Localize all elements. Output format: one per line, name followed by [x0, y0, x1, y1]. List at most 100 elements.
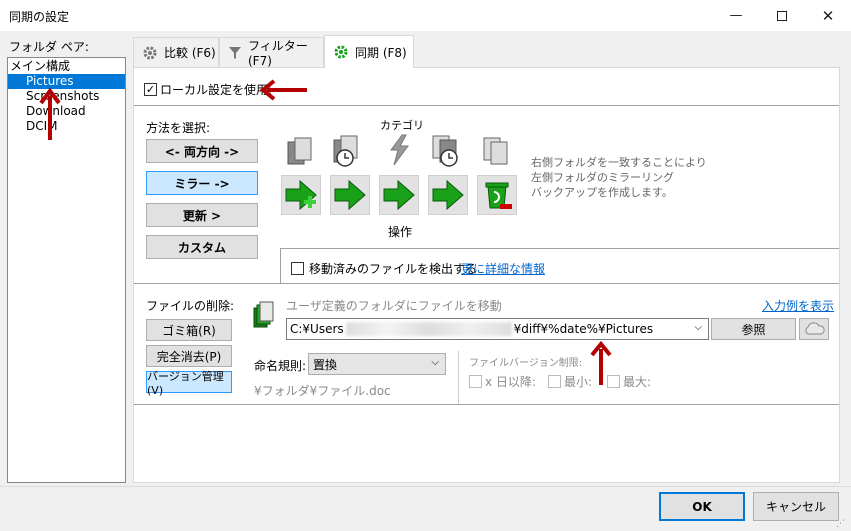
file-left-newer-icon	[333, 135, 358, 167]
cloud-button[interactable]	[799, 318, 829, 340]
footer-divider	[0, 486, 851, 487]
tab-sync[interactable]: 同期 (F8)	[324, 35, 414, 68]
naming-example: ¥フォルダ¥ファイル.doc	[254, 384, 391, 398]
description-line: バックアップを作成します。	[531, 186, 673, 199]
pair-item-screenshots[interactable]: Screenshots	[8, 89, 125, 104]
method-update-button[interactable]: 更新 >	[146, 203, 258, 227]
show-examples-link[interactable]: 入力例を表示	[762, 297, 834, 314]
pair-item-dcim[interactable]: DCIM	[8, 119, 125, 134]
minimize-button[interactable]: —	[713, 0, 759, 31]
arrow-right-icon	[334, 179, 366, 211]
resize-grip-icon[interactable]: ⋰	[836, 519, 845, 529]
action-create-left-button[interactable]	[281, 175, 321, 215]
max-label: 最大:	[623, 375, 652, 389]
divider	[280, 248, 281, 283]
pair-item-download[interactable]: Download	[8, 104, 125, 119]
action-delete-right-button[interactable]	[477, 175, 517, 215]
minimize-icon: —	[729, 8, 743, 23]
tab-filter[interactable]: フィルター (F7)	[219, 37, 324, 68]
detect-moved-checkbox[interactable]	[291, 262, 304, 275]
close-button[interactable]: ✕	[805, 0, 851, 31]
chevron-down-icon[interactable]: ⌵	[694, 322, 702, 333]
action-overwrite-different-button[interactable]	[379, 175, 419, 215]
annotation-arrow-left-icon	[259, 79, 307, 101]
file-left-only-icon	[287, 137, 312, 165]
days-limit-row[interactable]: x 日以降:	[469, 373, 536, 390]
permanent-delete-button[interactable]: 完全消去(P)	[146, 345, 232, 367]
versioning-button[interactable]: バージョン管理(V)	[146, 370, 232, 397]
arrow-right-icon	[383, 179, 415, 211]
naming-convention-select[interactable]: 置換 ⌵	[308, 353, 446, 375]
cloud-icon	[805, 322, 825, 335]
use-local-checkbox[interactable]: ✓	[144, 83, 157, 96]
detect-moved-row[interactable]: 移動済みのファイルを検出する	[291, 260, 477, 277]
action-overwrite-older-button[interactable]	[428, 175, 468, 215]
maximize-button[interactable]	[759, 0, 805, 31]
min-label: 最小:	[564, 375, 593, 389]
mirror-description: 右側フォルダを一致することにより 左側フォルダのミラーリング バックアップを作成…	[531, 155, 707, 200]
more-info-link[interactable]: 更に詳細な情報	[461, 260, 545, 277]
use-local-settings-row[interactable]: ✓ ローカル設定を使用:	[144, 81, 272, 98]
naming-value: 置換	[313, 357, 338, 372]
action-label: 操作	[388, 225, 413, 239]
description-line: 左側フォルダのミラーリング	[531, 171, 674, 184]
divider	[134, 404, 839, 405]
different-icon	[390, 134, 409, 166]
detect-moved-label: 移動済みのファイルを検出する	[309, 262, 478, 276]
annotation-arrow-up-icon	[590, 341, 612, 385]
filter-icon	[228, 46, 242, 60]
maximize-icon	[777, 10, 787, 21]
description-line: 右側フォルダを一致することにより	[531, 156, 707, 169]
method-custom-button[interactable]: カスタム	[146, 235, 258, 259]
min-limit-row[interactable]: 最小:	[548, 373, 592, 390]
redacted-path-segment	[345, 322, 512, 336]
divider	[280, 248, 839, 249]
divider	[458, 351, 459, 405]
tab-filter-label: フィルター (F7)	[248, 39, 308, 68]
versioning-folder-input[interactable]: C:¥Users ¥diff¥%date%¥Pictures ⌵	[286, 318, 709, 340]
annotation-arrow-up-icon	[39, 87, 61, 140]
file-right-only-icon	[483, 137, 508, 165]
pair-item-main-config[interactable]: メイン構成	[8, 59, 125, 74]
close-icon: ✕	[821, 6, 835, 25]
divider	[134, 283, 839, 284]
file-right-newer-icon	[432, 135, 458, 167]
category-label: カテゴリ	[380, 119, 424, 132]
max-limit-row[interactable]: 最大:	[607, 373, 651, 390]
gear-icon	[333, 44, 349, 60]
arrow-right-icon	[432, 179, 464, 211]
action-overwrite-newer-button[interactable]	[330, 175, 370, 215]
folder-pairs-label: フォルダ ペア:	[9, 40, 89, 54]
path-suffix: ¥diff¥%date%¥Pictures	[513, 322, 654, 336]
tab-sync-label: 同期 (F8)	[355, 45, 407, 60]
custom-folder-label: ユーザ定義のフォルダにファイルを移動	[286, 299, 502, 313]
ok-button[interactable]: OK	[659, 492, 745, 521]
sync-panel: ✓ ローカル設定を使用: 方法を選択: <- 両方向 -> ミラー -> 更新 …	[133, 67, 840, 483]
min-limit-checkbox[interactable]	[548, 375, 561, 388]
use-local-label: ローカル設定を使用:	[160, 83, 273, 97]
method-mirror-button[interactable]: ミラー ->	[146, 171, 258, 195]
version-limit-label: ファイルバージョン制限:	[469, 358, 583, 369]
tab-compare-label: 比較 (F6)	[164, 46, 216, 60]
divider	[134, 105, 839, 106]
deletion-label: ファイルの削除:	[146, 299, 235, 313]
tab-compare[interactable]: 比較 (F6)	[133, 37, 219, 67]
method-two-way-button[interactable]: <- 両方向 ->	[146, 139, 258, 163]
days-label: x 日以降:	[485, 375, 536, 389]
window-title: 同期の設定	[9, 10, 70, 24]
arrow-right-add-icon	[285, 179, 317, 211]
naming-label: 命名規則:	[254, 359, 307, 373]
recycle-bin-button[interactable]: ゴミ箱(R)	[146, 319, 232, 341]
recycle-bin-icon	[485, 182, 512, 209]
chevron-down-icon: ⌵	[431, 357, 439, 368]
browse-button[interactable]: 参照	[711, 318, 796, 340]
gear-icon	[142, 45, 158, 61]
folder-pair-list[interactable]: メイン構成 Pictures Screenshots Download DCIM	[7, 57, 126, 483]
days-limit-checkbox[interactable]	[469, 375, 482, 388]
folder-stack-icon	[253, 301, 274, 328]
method-label: 方法を選択:	[146, 121, 211, 135]
cancel-button[interactable]: キャンセル	[753, 492, 839, 521]
path-prefix: C:¥Users	[290, 322, 344, 336]
title-bar: 同期の設定 — ✕	[0, 0, 851, 31]
pair-item-pictures[interactable]: Pictures	[8, 74, 125, 89]
